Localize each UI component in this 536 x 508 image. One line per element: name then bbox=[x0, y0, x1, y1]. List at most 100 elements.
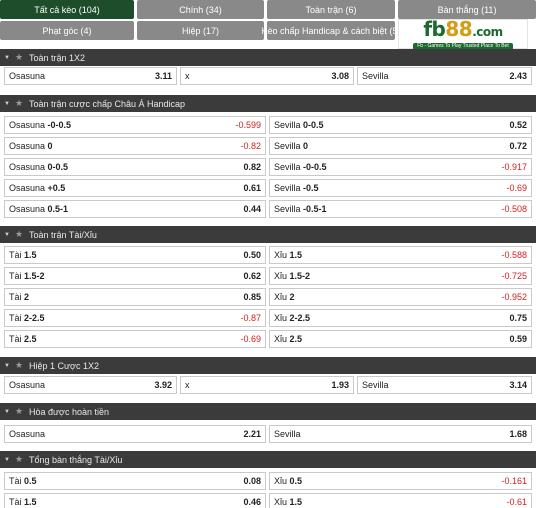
tab-corners[interactable]: Phạt góc (4) bbox=[0, 21, 134, 40]
selection-name: Tài bbox=[9, 271, 22, 281]
handicap-line: 2.5 bbox=[289, 334, 303, 344]
handicap-line: 1.5-2 bbox=[289, 271, 311, 281]
handicap-line: 0.5-1 bbox=[47, 204, 69, 214]
star-icon[interactable]: ★ bbox=[14, 229, 24, 240]
selection-name: Osasuna bbox=[9, 162, 46, 172]
odds-cell[interactable]: Sevilla -0-0.5 -0.917 bbox=[269, 158, 532, 176]
odds-value: -0.87 bbox=[240, 313, 261, 323]
fb88-logo[interactable]: fb88.com Fb - Games To Play Trusted Plac… bbox=[398, 19, 528, 50]
odds-cell[interactable]: Tài 1.5-2 0.62 bbox=[4, 267, 266, 285]
odds-cell[interactable]: Osasuna 0 -0.82 bbox=[4, 137, 266, 155]
handicap-line: -0-0.5 bbox=[47, 120, 72, 130]
odds-cell[interactable]: Osasuna 0.5-1 0.44 bbox=[4, 200, 266, 218]
odds-cell[interactable]: Osasuna -0-0.5 -0.599 bbox=[4, 116, 266, 134]
odds-cell[interactable]: x 3.08 bbox=[180, 67, 354, 85]
section-header[interactable]: ▼ ★ Toàn trận 1X2 bbox=[0, 49, 536, 66]
odds-cell[interactable]: Xỉu 1.5 -0.61 bbox=[269, 493, 532, 508]
selection-name: Sevilla bbox=[362, 380, 389, 390]
selection-label: Xỉu 2-2.5 bbox=[274, 313, 310, 323]
odds-cell[interactable]: Sevilla 3.14 bbox=[357, 376, 532, 394]
section-header[interactable]: ▼ ★ Toàn trận Tài/Xỉu bbox=[0, 226, 536, 243]
odds-cell[interactable]: Xỉu 2 -0.952 bbox=[269, 288, 532, 306]
star-icon[interactable]: ★ bbox=[14, 98, 24, 109]
odds-cell[interactable]: Sevilla 0 0.72 bbox=[269, 137, 532, 155]
odds-cell[interactable]: Osasuna 0-0.5 0.82 bbox=[4, 158, 266, 176]
selection-name: Xỉu bbox=[274, 250, 288, 260]
selection-name: Osasuna bbox=[9, 204, 46, 214]
odds-cell[interactable]: Sevilla 0-0.5 0.52 bbox=[269, 116, 532, 134]
selection-name: Tài bbox=[9, 334, 22, 344]
odds-value: -0.725 bbox=[501, 271, 527, 281]
handicap-line: 2 bbox=[289, 292, 295, 302]
section-header[interactable]: ▼ ★ Hiệp 1 Cược 1X2 bbox=[0, 357, 536, 374]
odds-cell[interactable]: Xỉu 2-2.5 0.75 bbox=[269, 309, 532, 327]
odds-cell[interactable]: Osasuna +0.5 0.61 bbox=[4, 179, 266, 197]
selection-label: Osasuna bbox=[9, 429, 45, 439]
odds-cell[interactable]: Sevilla 1.68 bbox=[269, 425, 532, 443]
handicap-line: 1.5 bbox=[24, 250, 37, 260]
selection-label: Xỉu 1.5 bbox=[274, 250, 302, 260]
handicap-line: 1.5-2 bbox=[24, 271, 45, 281]
odds-cell[interactable]: Tài 1.5 0.46 bbox=[4, 493, 266, 508]
odds-value: 1.68 bbox=[509, 429, 527, 439]
selection-name: x bbox=[185, 71, 190, 81]
section-header[interactable]: ▼ ★ Toàn trận cược chấp Châu Á Handicap bbox=[0, 95, 536, 112]
caret-down-icon[interactable]: ▼ bbox=[0, 409, 14, 415]
odds-value: 0.59 bbox=[509, 334, 527, 344]
handicap-line: 0 bbox=[303, 141, 309, 151]
odds-cell[interactable]: Xỉu 1.5-2 -0.725 bbox=[269, 267, 532, 285]
tab-main[interactable]: Chính (34) bbox=[137, 0, 264, 19]
caret-down-icon[interactable]: ▼ bbox=[0, 457, 14, 463]
odds-cell[interactable]: Osasuna 2.21 bbox=[4, 425, 266, 443]
odds-cell[interactable]: Xỉu 1.5 -0.588 bbox=[269, 246, 532, 264]
odds-value: -0.161 bbox=[501, 476, 527, 486]
odds-cell[interactable]: Sevilla -0.5-1 -0.508 bbox=[269, 200, 532, 218]
caret-down-icon[interactable]: ▼ bbox=[0, 101, 14, 107]
odds-value: -0.69 bbox=[506, 183, 527, 193]
selection-name: Xỉu bbox=[274, 292, 288, 302]
odds-value: 0.44 bbox=[243, 204, 261, 214]
star-icon[interactable]: ★ bbox=[14, 406, 24, 417]
odds-value: -0.599 bbox=[235, 120, 261, 130]
tab-half[interactable]: Hiệp (17) bbox=[137, 21, 264, 40]
caret-down-icon[interactable]: ▼ bbox=[0, 55, 14, 61]
odds-cell[interactable]: Tài 0.5 0.08 bbox=[4, 472, 266, 490]
odds-cell[interactable]: Tài 2-2.5 -0.87 bbox=[4, 309, 266, 327]
odds-cell[interactable]: Sevilla -0.5 -0.69 bbox=[269, 179, 532, 197]
market-tabs: Tất cả kèo (104) Chính (34) Toàn trận (6… bbox=[0, 0, 536, 50]
odds-value: 0.50 bbox=[243, 250, 261, 260]
section-title: Toàn trận cược chấp Châu Á Handicap bbox=[29, 98, 186, 109]
section-header[interactable]: ▼ ★ Hòa được hoàn tiền bbox=[0, 403, 536, 420]
selection-label: Osasuna bbox=[9, 71, 45, 81]
caret-down-icon[interactable]: ▼ bbox=[0, 363, 14, 369]
odds-cell[interactable]: x 1.93 bbox=[180, 376, 354, 394]
handicap-line: 0.5 bbox=[289, 476, 303, 486]
selection-label: Sevilla -0.5-1 bbox=[274, 204, 327, 214]
odds-cell[interactable]: Osasuna 3.92 bbox=[4, 376, 177, 394]
odds-value: 0.08 bbox=[243, 476, 261, 486]
odds-cell[interactable]: Xỉu 0.5 -0.161 bbox=[269, 472, 532, 490]
selection-name: Xỉu bbox=[274, 476, 288, 486]
odds-cell[interactable]: Tài 1.5 0.50 bbox=[4, 246, 266, 264]
tab-all[interactable]: Tất cả kèo (104) bbox=[0, 0, 134, 19]
tab-full-time[interactable]: Toàn trận (6) bbox=[267, 0, 395, 19]
selection-name: Sevilla bbox=[274, 183, 301, 193]
section-header[interactable]: ▼ ★ Tổng bàn thắng Tài/Xỉu bbox=[0, 451, 536, 468]
selection-label: Osasuna +0.5 bbox=[9, 183, 65, 193]
odds-cell[interactable]: Tài 2.5 -0.69 bbox=[4, 330, 266, 348]
odds-cell[interactable]: Sevilla 2.43 bbox=[357, 67, 532, 85]
star-icon[interactable]: ★ bbox=[14, 360, 24, 371]
caret-down-icon[interactable]: ▼ bbox=[0, 232, 14, 238]
odds-cell[interactable]: Tài 2 0.85 bbox=[4, 288, 266, 306]
selection-label: Sevilla 0-0.5 bbox=[274, 120, 324, 130]
selection-name: Tài bbox=[9, 313, 22, 323]
selection-label: Tài 2.5 bbox=[9, 334, 37, 344]
selection-label: Sevilla -0-0.5 bbox=[274, 162, 327, 172]
handicap-line: 0-0.5 bbox=[303, 120, 324, 130]
odds-cell[interactable]: Xỉu 2.5 0.59 bbox=[269, 330, 532, 348]
odds-cell[interactable]: Osasuna 3.11 bbox=[4, 67, 177, 85]
star-icon[interactable]: ★ bbox=[14, 454, 24, 465]
odds-value: -0.508 bbox=[501, 204, 527, 214]
tab-handicap-margin[interactable]: Kèo chấp Handicap & cách biệt (5) bbox=[261, 21, 401, 40]
star-icon[interactable]: ★ bbox=[14, 52, 24, 63]
